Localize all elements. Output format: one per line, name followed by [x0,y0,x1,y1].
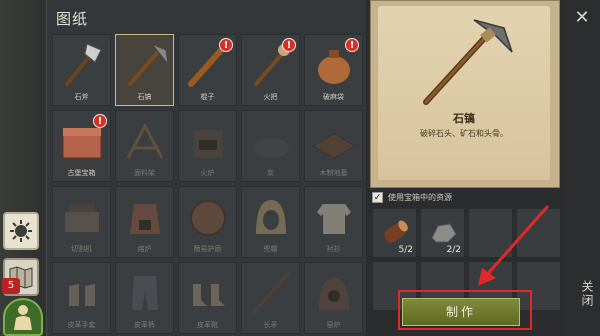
blueprint-label: 兜帽 [263,245,278,253]
shield-icon [181,190,235,244]
blueprints-tab-button[interactable] [3,212,39,250]
material-count: 2/2 [446,245,461,255]
red-arrow-annotation [478,205,550,286]
charcoal-icon [244,114,298,168]
gloves-icon [55,266,109,320]
cutter-icon [55,190,109,244]
blueprint-slot[interactable]: 棍子! [178,34,237,106]
spear-icon [244,266,298,320]
furnace-icon [118,190,172,244]
material-slot-log: 5/2 [372,208,417,258]
blueprint-label: 皮革裤 [134,321,155,329]
blueprint-label: 窑炉 [326,321,341,329]
close-button[interactable]: 关闭 [566,280,596,308]
blueprint-slot[interactable]: 窑炉 [304,262,363,334]
blueprint-slot[interactable]: 面料架 [115,110,174,182]
forge-icon [181,114,235,168]
drying-rack-icon [118,114,172,168]
use-chest-resources-toggle[interactable]: ✓ 使用宝箱中的资源 [372,192,452,203]
material-count: 5/2 [398,245,413,255]
blueprint-label: 皮革靴 [197,321,218,329]
blueprint-label: 破麻袋 [323,93,344,101]
blueprint-label: 切割机 [71,245,92,253]
pants-icon [118,266,172,320]
blueprint-slot[interactable]: 石斧 [52,34,111,106]
blueprint-label: 石镐 [137,93,152,101]
shirt-icon [307,190,361,244]
blueprint-label: 炭 [267,169,274,177]
alert-badge-icon: ! [93,114,107,128]
boots-icon [181,266,235,320]
blueprint-label: 木制地基 [319,169,348,177]
stone-axe-icon [55,38,109,92]
close-icon[interactable]: ✕ [572,8,592,28]
character-tab-button[interactable] [3,298,43,336]
blueprint-grid: 石斧 石镐 棍子! 火把! 破麻袋! 古堡宝箱! 面料架 火炉炭木制地基 切割机 熔炉 簡易护盾 兜帽… [52,34,364,334]
blueprint-label: 长矛 [263,321,278,329]
blueprint-slot[interactable]: 皮革手套 [52,262,111,334]
blueprint-label: 面料架 [134,169,155,177]
blueprint-slot[interactable]: 皮革裤 [115,262,174,334]
blueprint-slot[interactable]: 熔炉 [115,186,174,258]
make-button[interactable]: 制作 [402,298,520,326]
sun-gear-icon [10,220,32,242]
character-icon [14,305,32,330]
stone-pickaxe-icon [118,38,172,92]
alert-badge-icon: ! [345,38,359,52]
blueprint-slot[interactable]: 火炉 [178,110,237,182]
blueprint-slot[interactable]: 簡易护盾 [178,186,237,258]
hood-icon [244,190,298,244]
panel-title: 图纸 [56,10,89,28]
blueprint-label: 皮革手套 [67,321,96,329]
detail-parchment [378,6,550,180]
material-slot-stone: 2/2 [420,208,465,258]
blueprint-label: 石斧 [74,93,89,101]
blueprint-slot[interactable]: 衬衫 [304,186,363,258]
blueprint-slot[interactable]: 长矛 [241,262,300,334]
checkbox[interactable]: ✓ [372,192,383,203]
wood-foundation-icon [307,114,361,168]
blueprint-label: 火炉 [200,169,215,177]
alert-badge-icon: ! [219,38,233,52]
alert-badge-icon: ! [282,38,296,52]
blueprint-slot[interactable]: 火把! [241,34,300,106]
blueprint-slot[interactable]: 古堡宝箱! [52,110,111,182]
detail-item-description: 破碎石头、矿石和头骨。 [420,129,508,138]
blueprint-slot[interactable]: 炭 [241,110,300,182]
blueprint-label: 古堡宝箱 [67,169,96,177]
blueprint-slot[interactable]: 皮革靴 [178,262,237,334]
blueprint-slot[interactable]: 木制地基 [304,110,363,182]
blueprint-slot[interactable]: 破麻袋! [304,34,363,106]
blueprint-label: 簡易护盾 [193,245,222,253]
kiln-icon [307,266,361,320]
detail-item-name: 石镐 [453,112,475,125]
use-chest-resources-label: 使用宝箱中的资源 [388,193,452,202]
pickaxe-large-icon [423,19,513,105]
blueprint-slot[interactable]: 切割机 [52,186,111,258]
blueprint-label: 衬衫 [326,245,341,253]
blueprint-slot[interactable]: 石镐 [115,34,174,106]
blueprint-label: 火把 [263,93,278,101]
map-badge: 5 [2,278,20,294]
blueprint-label: 熔炉 [137,245,152,253]
blueprint-slot[interactable]: 兜帽 [241,186,300,258]
blueprint-label: 棍子 [200,93,215,101]
